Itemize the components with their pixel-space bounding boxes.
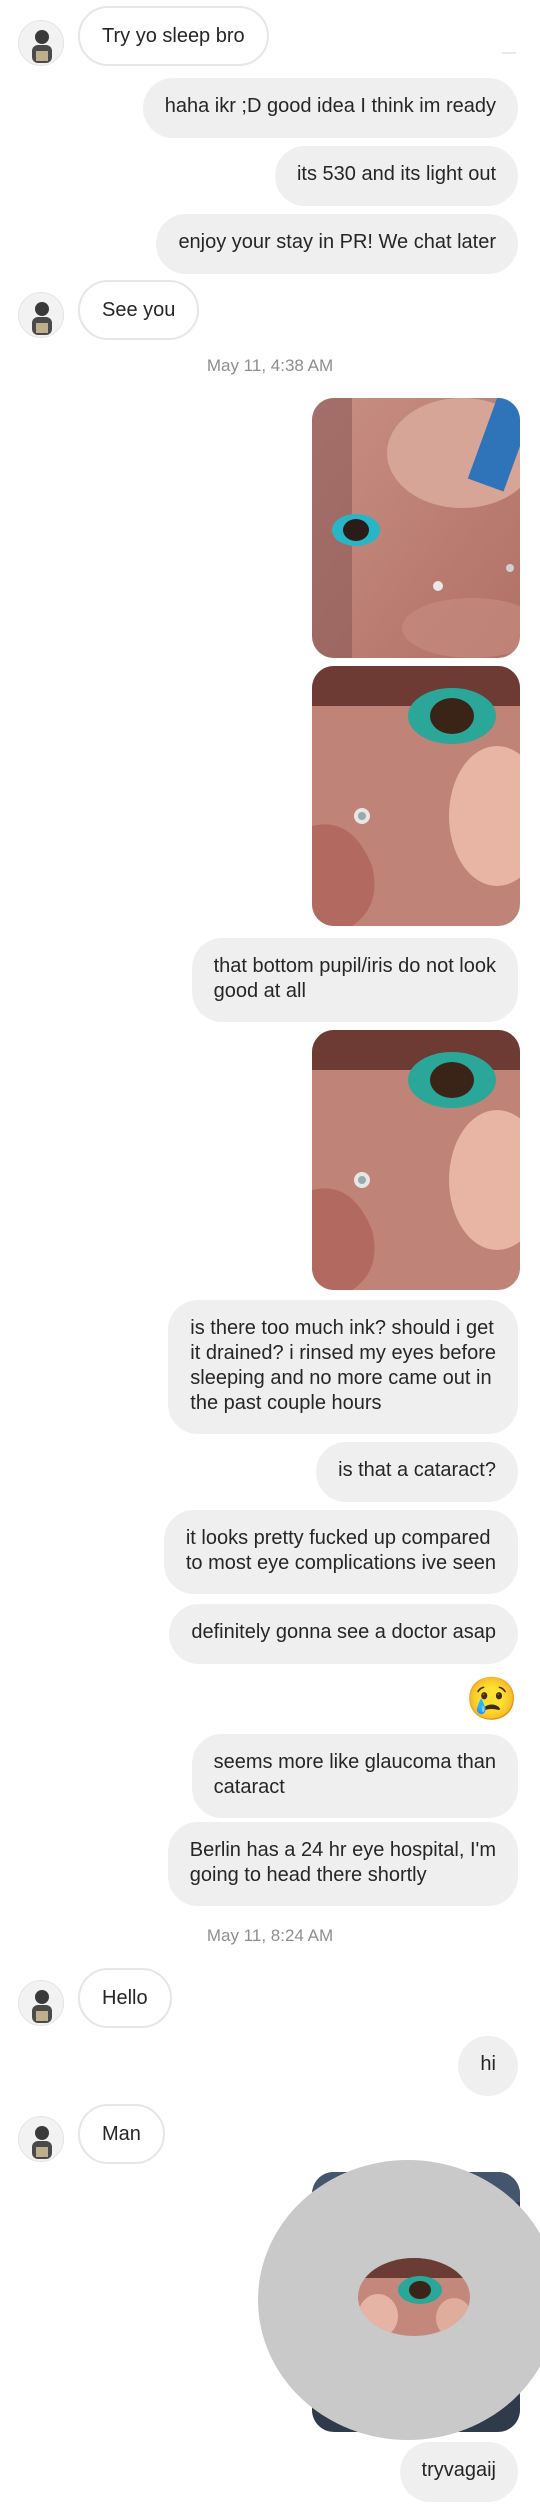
message-text: enjoy your stay in PR! We chat later — [178, 231, 496, 253]
avatar[interactable] — [18, 2116, 64, 2162]
message-outgoing[interactable]: hi — [458, 2036, 518, 2096]
avatar[interactable] — [18, 292, 64, 338]
message-outgoing[interactable]: is there too much ink? should i get it d… — [168, 1300, 518, 1434]
timestamp: May 11, 4:38 AM — [206, 356, 334, 375]
message-outgoing[interactable]: it looks pretty fucked up compared to mo… — [163, 1510, 518, 1594]
message-incoming[interactable]: See you — [78, 280, 200, 340]
message-incoming[interactable]: Hello — [78, 1968, 172, 2028]
message-text: it looks pretty fucked up compared to mo… — [185, 1527, 496, 1574]
timestamp: May 11, 8:24 AM — [206, 1926, 334, 1945]
avatar[interactable] — [18, 20, 64, 66]
message-outgoing[interactable]: that bottom pupil/iris do not look good … — [191, 938, 518, 1022]
avatar-icon — [19, 293, 63, 337]
photo-message[interactable] — [312, 1030, 520, 1290]
photo-message[interactable] — [312, 666, 520, 926]
photo-message[interactable] — [312, 398, 520, 658]
eye-photo — [312, 1030, 520, 1290]
message-outgoing[interactable]: seems more like glaucoma than cataract — [191, 1734, 518, 1818]
message-outgoing[interactable]: tryvagaij — [399, 2442, 518, 2502]
message-text: See you — [102, 299, 176, 321]
avatar-icon — [19, 21, 63, 65]
message-outgoing[interactable]: definitely gonna see a doctor asap — [169, 1604, 518, 1664]
avatar[interactable] — [18, 1980, 64, 2026]
message-text: tryvagaij — [421, 2459, 496, 2481]
eye-thumbnail-image — [358, 2258, 470, 2336]
message-text: definitely gonna see a doctor asap — [191, 1621, 496, 1643]
top-indicator — [502, 52, 516, 54]
emoji-message[interactable]: 😢 — [466, 1676, 518, 1722]
chat-thread: Try yo sleep bro haha ikr ;D good idea I… — [0, 0, 540, 2504]
message-outgoing[interactable]: Berlin has a 24 hr eye hospital, I'm goi… — [167, 1822, 518, 1906]
message-text: haha ikr ;D good idea I think im ready — [164, 95, 496, 117]
message-incoming[interactable]: Try yo sleep bro — [78, 6, 269, 66]
message-outgoing[interactable]: is that a cataract? — [316, 1442, 518, 1502]
eye-thumbnail[interactable] — [358, 2258, 470, 2336]
message-text: is there too much ink? should i get it d… — [190, 1317, 496, 1414]
message-outgoing[interactable]: enjoy your stay in PR! We chat later — [156, 214, 518, 274]
message-incoming[interactable]: Man — [78, 2104, 165, 2164]
message-outgoing[interactable]: haha ikr ;D good idea I think im ready — [142, 78, 518, 138]
message-outgoing[interactable]: its 530 and its light out — [274, 146, 518, 206]
message-text: seems more like glaucoma than cataract — [213, 1751, 496, 1798]
message-text: that bottom pupil/iris do not look good … — [213, 955, 496, 1002]
message-text: its 530 and its light out — [296, 163, 496, 185]
message-text: Hello — [102, 1987, 148, 2009]
message-text: is that a cataract? — [338, 1459, 496, 1481]
avatar-icon — [19, 2117, 63, 2161]
avatar-icon — [19, 1981, 63, 2025]
eye-photo — [312, 398, 520, 658]
eye-photo — [312, 666, 520, 926]
message-text: Man — [102, 2123, 141, 2145]
message-text: Berlin has a 24 hr eye hospital, I'm goi… — [189, 1839, 496, 1886]
message-text: Try yo sleep bro — [102, 25, 245, 47]
message-text: hi — [480, 2053, 496, 2075]
